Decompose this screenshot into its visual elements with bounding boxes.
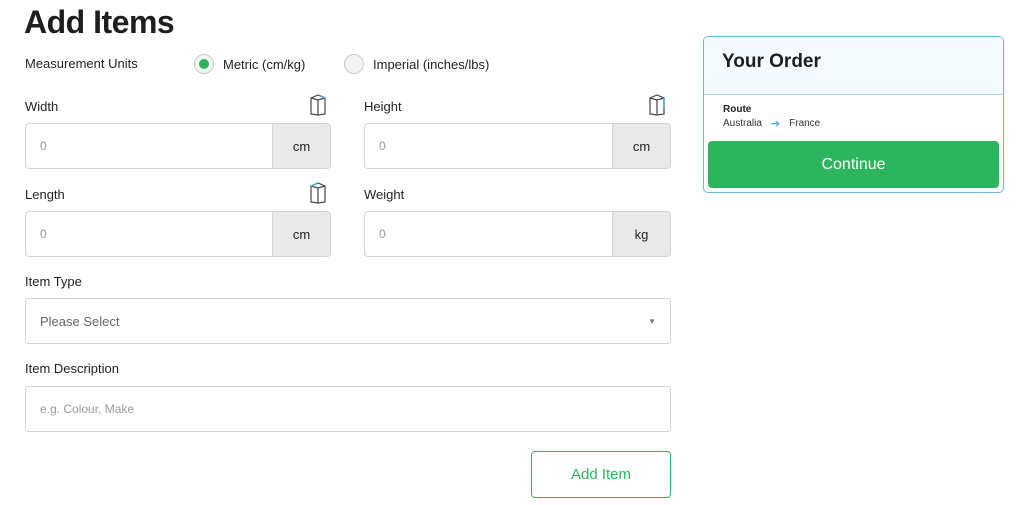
height-input[interactable] <box>365 124 612 168</box>
page-title: Add Items <box>24 4 175 40</box>
item-type-label: Item Type <box>25 274 82 289</box>
caret-down-icon: ▼ <box>648 316 656 326</box>
continue-button[interactable]: Continue <box>708 141 999 188</box>
item-type-selected-value: Please Select <box>40 313 120 329</box>
route-label: Route <box>723 104 752 115</box>
route-origin: Australia <box>723 118 762 129</box>
weight-input[interactable] <box>365 212 612 256</box>
width-input[interactable] <box>26 124 272 168</box>
add-item-button[interactable]: Add Item <box>531 451 671 498</box>
width-field: cm <box>25 123 331 169</box>
length-label: Length <box>25 187 65 202</box>
order-title: Your Order <box>722 51 821 72</box>
box-icon <box>649 94 665 116</box>
route-info: Route Australia ➔ France <box>704 95 1003 140</box>
length-input[interactable] <box>26 212 272 256</box>
metric-radio[interactable]: Metric (cm/kg) <box>194 53 305 75</box>
item-description-label: Item Description <box>25 361 119 376</box>
width-unit: cm <box>272 124 330 168</box>
route-line: Australia ➔ France <box>723 117 984 130</box>
weight-field: kg <box>364 211 671 257</box>
imperial-radio-label: Imperial (inches/lbs) <box>373 56 490 72</box>
item-type-select[interactable]: Please Select ▼ <box>25 298 671 344</box>
weight-label: Weight <box>364 187 405 202</box>
order-summary-card: Your Order Route Australia ➔ France Cont… <box>703 36 1004 193</box>
width-label: Width <box>25 99 59 114</box>
order-header: Your Order <box>704 37 1003 95</box>
item-description-input[interactable] <box>40 402 656 416</box>
imperial-radio[interactable]: Imperial (inches/lbs) <box>344 53 489 75</box>
radio-checked-icon <box>194 54 214 74</box>
route-destination: France <box>789 118 821 129</box>
arrow-right-icon: ➔ <box>770 118 781 130</box>
length-field: cm <box>25 211 331 257</box>
radio-unchecked-icon <box>344 54 364 74</box>
metric-radio-label: Metric (cm/kg) <box>223 56 306 72</box>
weight-unit: kg <box>612 212 670 256</box>
box-icon <box>310 182 326 204</box>
height-label: Height <box>364 99 402 114</box>
height-unit: cm <box>612 124 670 168</box>
height-field: cm <box>364 123 671 169</box>
measurement-units-label: Measurement Units <box>25 56 138 71</box>
length-unit: cm <box>272 212 330 256</box>
box-icon <box>310 94 326 116</box>
item-description-field <box>25 386 671 432</box>
